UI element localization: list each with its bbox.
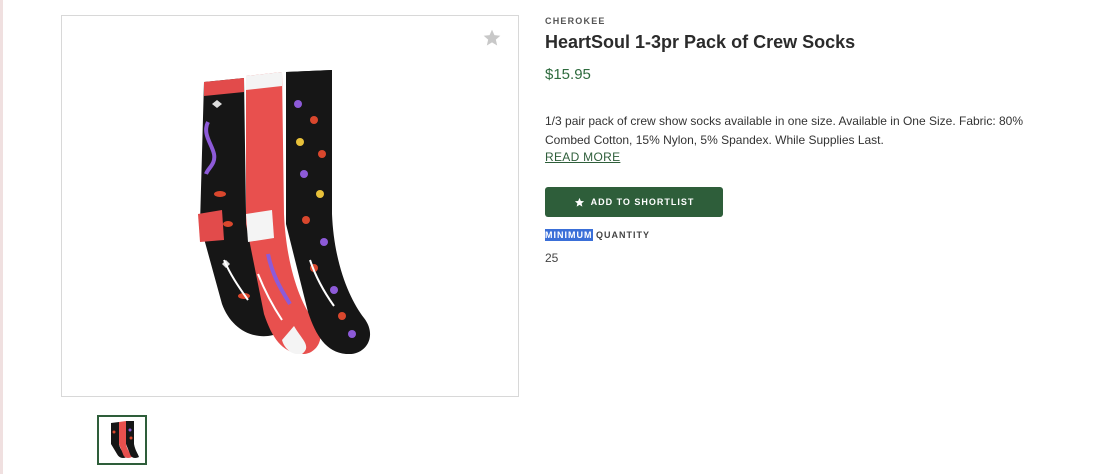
brand-name: CHEROKEE (545, 16, 606, 26)
minimum-quantity-value: 25 (545, 251, 559, 265)
product-price: $15.95 (545, 66, 591, 83)
quantity-label-rest: QUANTITY (592, 230, 650, 240)
product-image (198, 70, 370, 354)
product-description: 1/3 pair pack of crew show socks availab… (545, 114, 1024, 147)
minimum-quantity-label: MINIMUM QUANTITY (545, 229, 650, 241)
add-to-shortlist-label: ADD TO SHORTLIST (590, 197, 695, 207)
star-icon (574, 197, 585, 208)
product-title: HeartSoul 1-3pr Pack of Crew Socks (545, 32, 856, 52)
read-more-link[interactable]: READ MORE (545, 150, 620, 164)
product-image-frame (61, 15, 519, 397)
favorite-star-icon[interactable] (482, 28, 502, 48)
page-edge (0, 0, 3, 474)
quantity-label-highlight: MINIMUM (545, 229, 593, 241)
add-to-shortlist-button[interactable]: ADD TO SHORTLIST (545, 187, 723, 217)
thumbnail-image (111, 421, 139, 458)
product-thumbnail[interactable] (97, 415, 147, 465)
